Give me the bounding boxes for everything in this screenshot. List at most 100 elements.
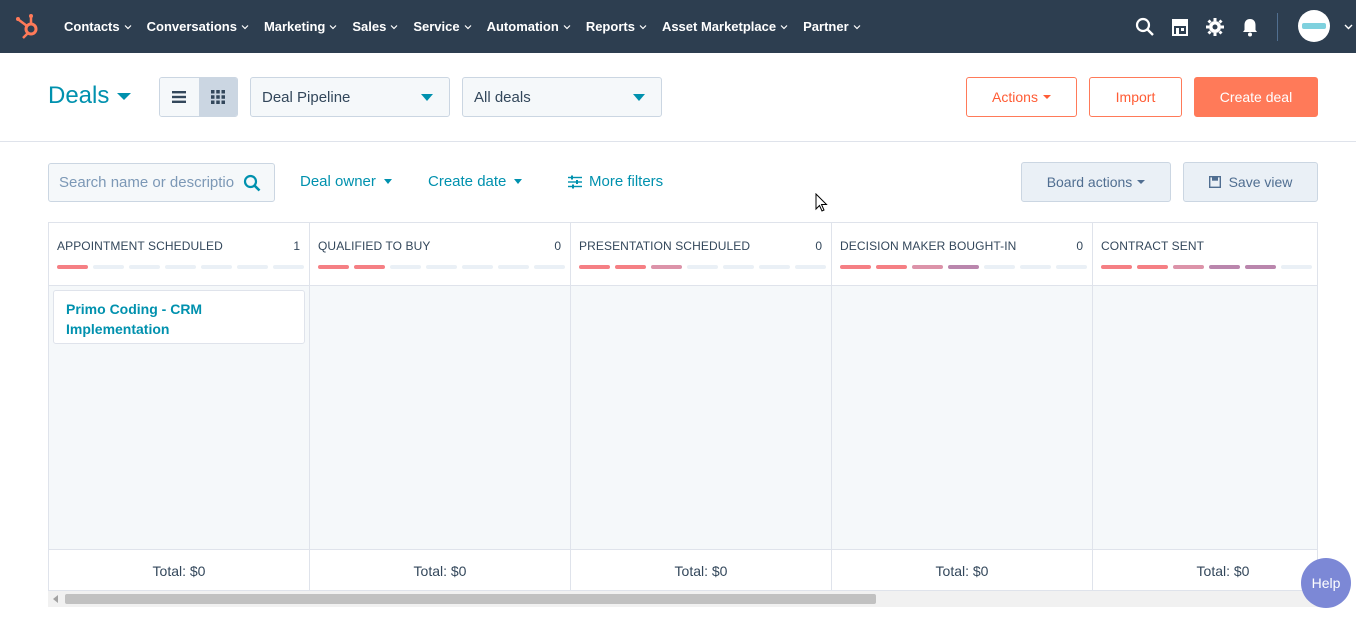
hubspot-logo-icon[interactable] [14,12,42,40]
settings-icon[interactable] [1205,17,1225,37]
top-navigation-bar: Contacts Conversations Marketing Sales Servi… [0,0,1356,53]
nav-item-label: Partner [803,19,849,34]
stage-progress-bars [840,265,1092,269]
nav-item-partner[interactable]: Partner [803,19,861,34]
create-deal-button[interactable]: Create deal [1194,77,1318,117]
deal-card[interactable]: Primo Coding - CRM Implementation [53,290,305,344]
nav-item-automation[interactable]: Automation [487,19,571,34]
column-stage-name: DECISION MAKER BOUGHT-IN [840,239,1017,253]
stage-progress-segment [1056,265,1087,269]
deal-owner-filter[interactable]: Deal owner [300,173,392,190]
avatar-logo [1302,23,1326,29]
stage-progress-bars [579,265,831,269]
column-body[interactable] [310,286,570,549]
stage-progress-segment [498,265,529,269]
stage-progress-segment [840,265,871,269]
column-deal-count: 1 [293,239,300,253]
column-header: CONTRACT SENT [1093,223,1317,286]
stage-progress-segment [1020,265,1051,269]
column-body[interactable] [571,286,831,549]
view-select[interactable]: All deals [462,77,662,117]
stage-progress-segment [1101,265,1132,269]
column-body[interactable] [832,286,1092,549]
search-icon[interactable] [1135,17,1155,37]
stage-progress-segment [912,265,943,269]
marketplace-icon[interactable] [1170,17,1190,37]
search-icon[interactable] [243,174,261,192]
column-body[interactable] [1093,286,1317,549]
scroll-left-icon[interactable] [53,595,58,603]
column-total: Total: $0 [571,549,831,590]
page-title[interactable]: Deals [48,82,132,110]
column-header: DECISION MAKER BOUGHT-IN 0 [832,223,1092,286]
actions-button-label: Actions [992,89,1038,105]
nav-item-label: Asset Marketplace [661,19,777,34]
nav-item-service[interactable]: Service [413,19,472,34]
stage-progress-segment [390,265,421,269]
board-horizontal-scrollbar[interactable] [48,591,1318,607]
stage-progress-segment [318,265,349,269]
actions-button[interactable]: Actions [966,77,1077,117]
more-filters-label: More filters [589,173,664,190]
help-button-label: Help [1311,575,1341,591]
board-actions-caret-icon [1137,180,1146,184]
column-total-label: Total: $0 [674,562,728,579]
import-button[interactable]: Import [1089,77,1182,117]
create-date-caret-icon [514,179,523,184]
column-total-label: Total: $0 [413,562,467,579]
chevron-down-icon [241,24,249,29]
deal-board: APPOINTMENT SCHEDULED 1 Primo Coding - CRM… [48,222,1318,591]
nav-item-sales[interactable]: Sales [352,19,398,34]
stage-progress-segment [462,265,493,269]
column-deal-count: 0 [815,239,822,253]
chevron-down-icon [329,24,337,29]
nav-item-conversations[interactable]: Conversations [147,19,249,34]
nav-divider [1277,13,1278,41]
pipeline-select[interactable]: Deal Pipeline [250,77,450,117]
list-view-button[interactable] [160,78,199,116]
chevron-down-icon [390,24,398,29]
column-total: Total: $0 [832,549,1092,590]
board-view-button[interactable] [198,78,237,116]
stage-progress-segment [354,265,385,269]
column-stage-name: CONTRACT SENT [1101,239,1205,253]
mouse-cursor-icon [815,193,828,212]
create-date-filter[interactable]: Create date [428,173,523,190]
stage-progress-segment [165,265,196,269]
nav-item-label: Reports [585,19,635,34]
pipeline-column: PRESENTATION SCHEDULED 0 Total: $0 [571,223,832,590]
more-filters-button[interactable]: More filters [568,173,663,190]
page-title-text: Deals [48,82,110,109]
help-button[interactable]: Help [1301,558,1351,608]
stage-progress-segment [129,265,160,269]
nav-item-contacts[interactable]: Contacts [64,19,132,34]
save-view-button[interactable]: Save view [1183,162,1318,202]
scrollbar-thumb[interactable] [65,594,876,604]
stage-progress-bars [1101,265,1317,269]
column-body[interactable]: Primo Coding - CRM Implementation [49,286,309,549]
column-total: Total: $0 [310,549,570,590]
save-view-label: Save view [1228,174,1293,190]
column-deal-count: 0 [554,239,561,253]
stage-progress-segment [795,265,826,269]
stage-progress-segment [759,265,790,269]
board-actions-button[interactable]: Board actions [1021,162,1171,202]
account-avatar[interactable] [1298,10,1330,42]
pipeline-column: QUALIFIED TO BUY 0 Total: $0 [310,223,571,590]
header-divider [0,141,1356,142]
nav-item-reports[interactable]: Reports [586,19,647,34]
nav-item-label: Marketing [263,19,326,34]
pipeline-column: APPOINTMENT SCHEDULED 1 Primo Coding - CRM… [49,223,310,590]
save-icon [1208,176,1221,188]
search-input[interactable] [49,164,235,201]
nav-item-asset-marketplace[interactable]: Asset Marketplace [662,19,788,34]
sliders-icon [568,175,582,188]
account-chevron-down-icon[interactable] [1344,24,1353,30]
stage-progress-segment [1245,265,1276,269]
notifications-icon[interactable] [1240,17,1260,37]
stage-progress-segment [723,265,754,269]
column-deal-count: 0 [1076,239,1083,253]
column-header: QUALIFIED TO BUY 0 [310,223,570,286]
nav-item-marketing[interactable]: Marketing [264,19,337,34]
stage-progress-segment [426,265,457,269]
